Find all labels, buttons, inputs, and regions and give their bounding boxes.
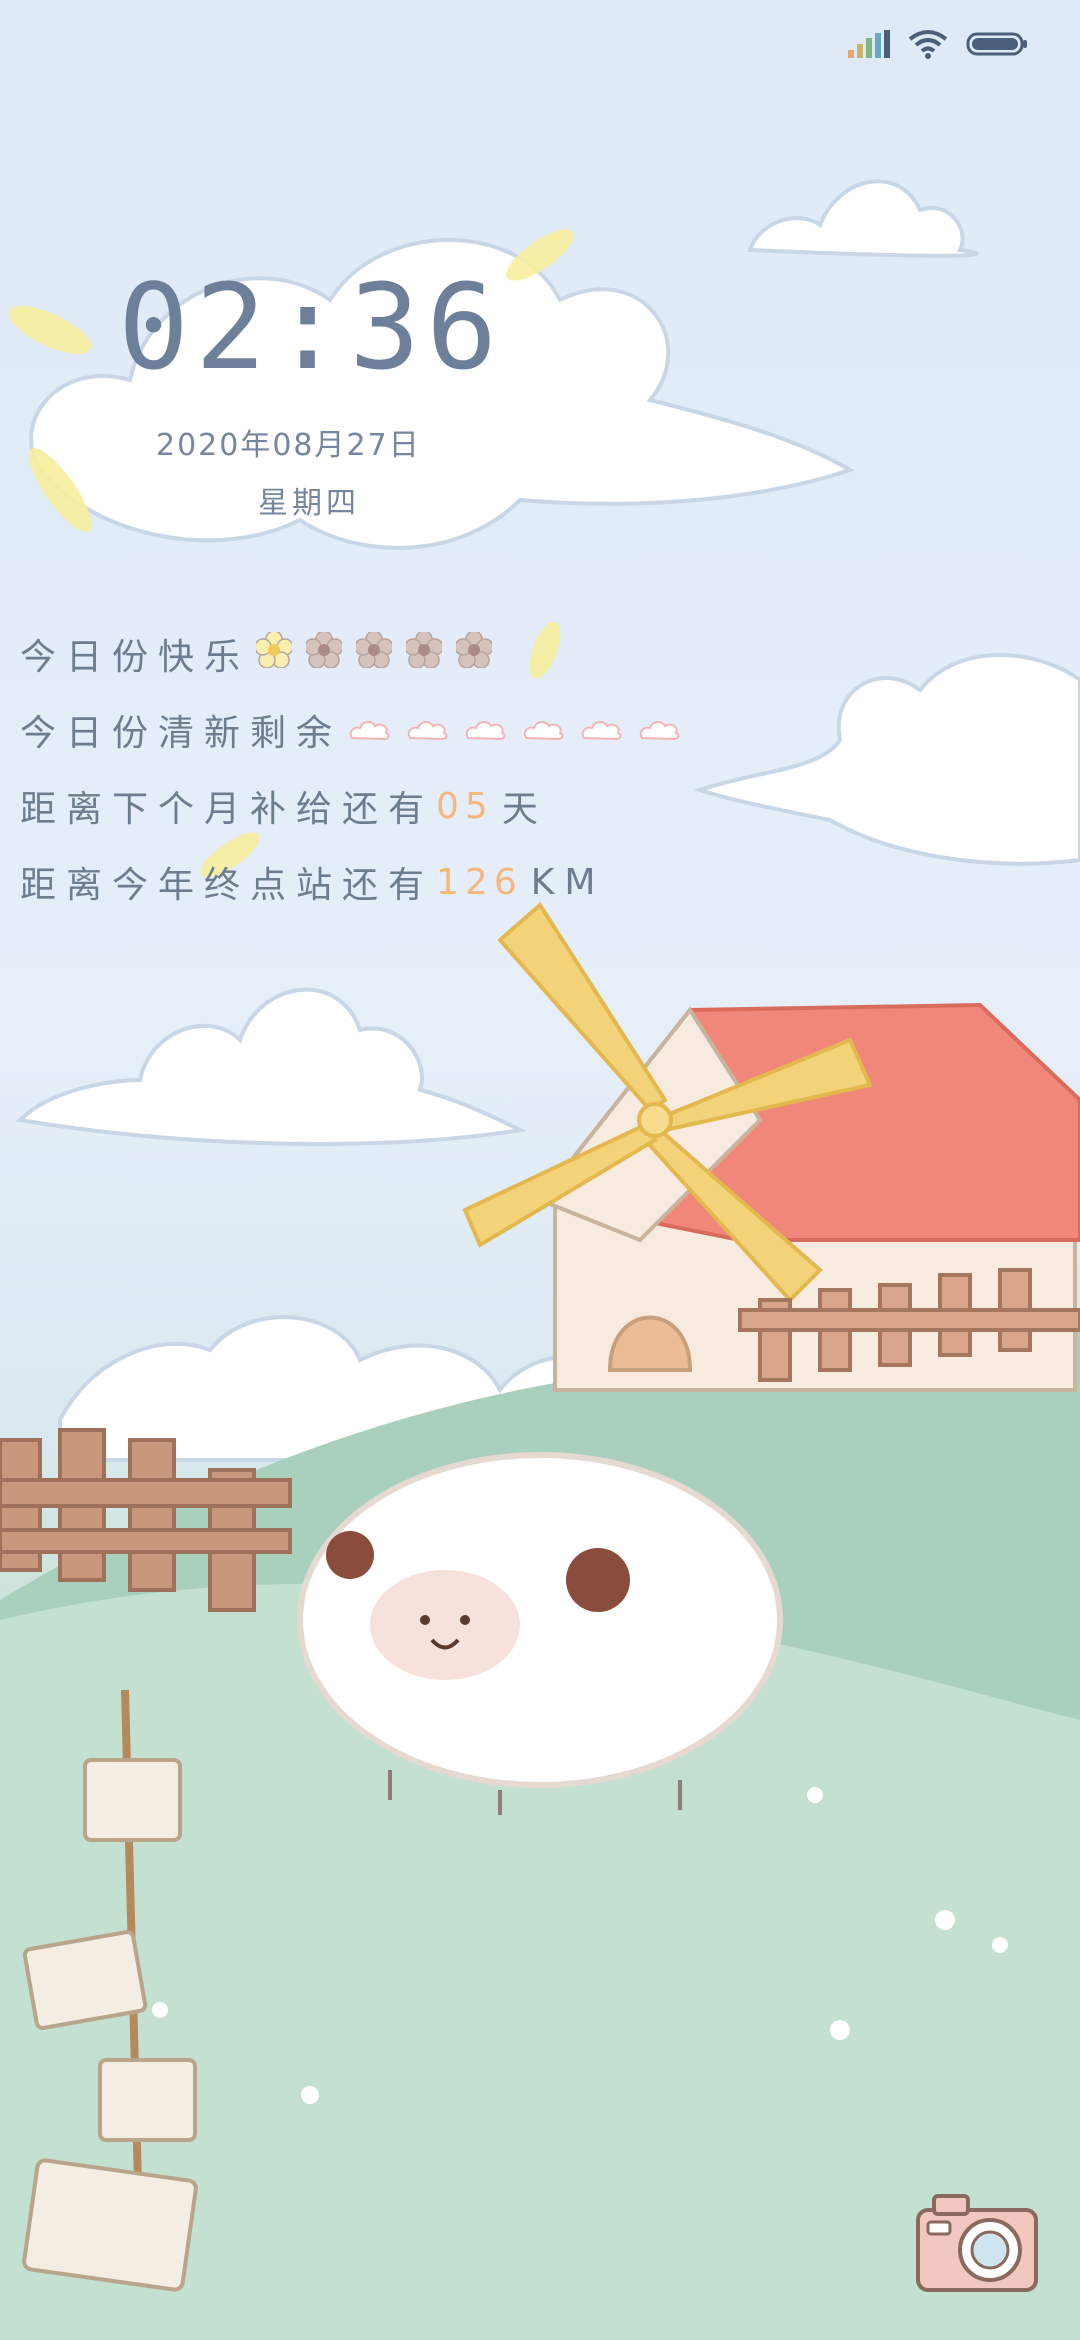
happy-row: 今日份快乐: [20, 628, 506, 680]
terminal-row: 距离今年终点站还有 126 KM: [20, 856, 605, 908]
clock-date: 2020年08月27日: [156, 428, 421, 463]
supply-unit: 天: [501, 789, 548, 830]
mini-cloud-icon: [639, 720, 680, 740]
cloud-middle-left: [15, 987, 527, 1146]
battery-icon: [966, 31, 1028, 61]
flower-empty-icon: [456, 631, 493, 668]
small-cloud-top: [747, 179, 979, 258]
clock-time: 02:36: [118, 258, 504, 396]
fresh-row: 今日份清新剩余: [20, 704, 696, 756]
mini-cloud-icon: [407, 720, 448, 740]
happy-flowers: [256, 631, 506, 677]
signal-bars-icon: [848, 30, 890, 62]
supply-prefix: 距离下个月补给还有: [20, 789, 435, 830]
happy-label: 今日份快乐: [20, 637, 251, 678]
cloud-right: [693, 653, 1080, 866]
mini-cloud-icon: [523, 720, 564, 740]
terminal-prefix: 距离今年终点站还有: [20, 865, 435, 906]
status-bar: [848, 26, 1028, 66]
mini-cloud-icon: [465, 720, 506, 740]
lock-screen: 02:36 2020年08月27日 星期四 今日份快乐 今日份清新剩余 距离下个…: [0, 0, 1080, 2340]
wifi-icon: [908, 29, 948, 63]
terminal-km: 126: [436, 861, 523, 903]
camera-icon: [916, 2194, 1038, 2292]
clock-weekday: 星期四: [258, 486, 360, 521]
fresh-label: 今日份清新剩余: [20, 713, 343, 754]
mini-cloud-icon: [581, 720, 622, 740]
mini-cloud-icon: [349, 720, 390, 740]
supply-row: 距离下个月补给还有 05 天: [20, 780, 548, 832]
flower-empty-icon: [356, 631, 393, 668]
fresh-clouds: [348, 710, 696, 751]
flower-filled-icon: [256, 631, 293, 668]
terminal-unit: KM: [530, 861, 606, 903]
camera-button[interactable]: [912, 2186, 1042, 2296]
flower-empty-icon: [406, 631, 443, 668]
flower-empty-icon: [306, 631, 343, 668]
supply-days: 05: [436, 785, 494, 827]
